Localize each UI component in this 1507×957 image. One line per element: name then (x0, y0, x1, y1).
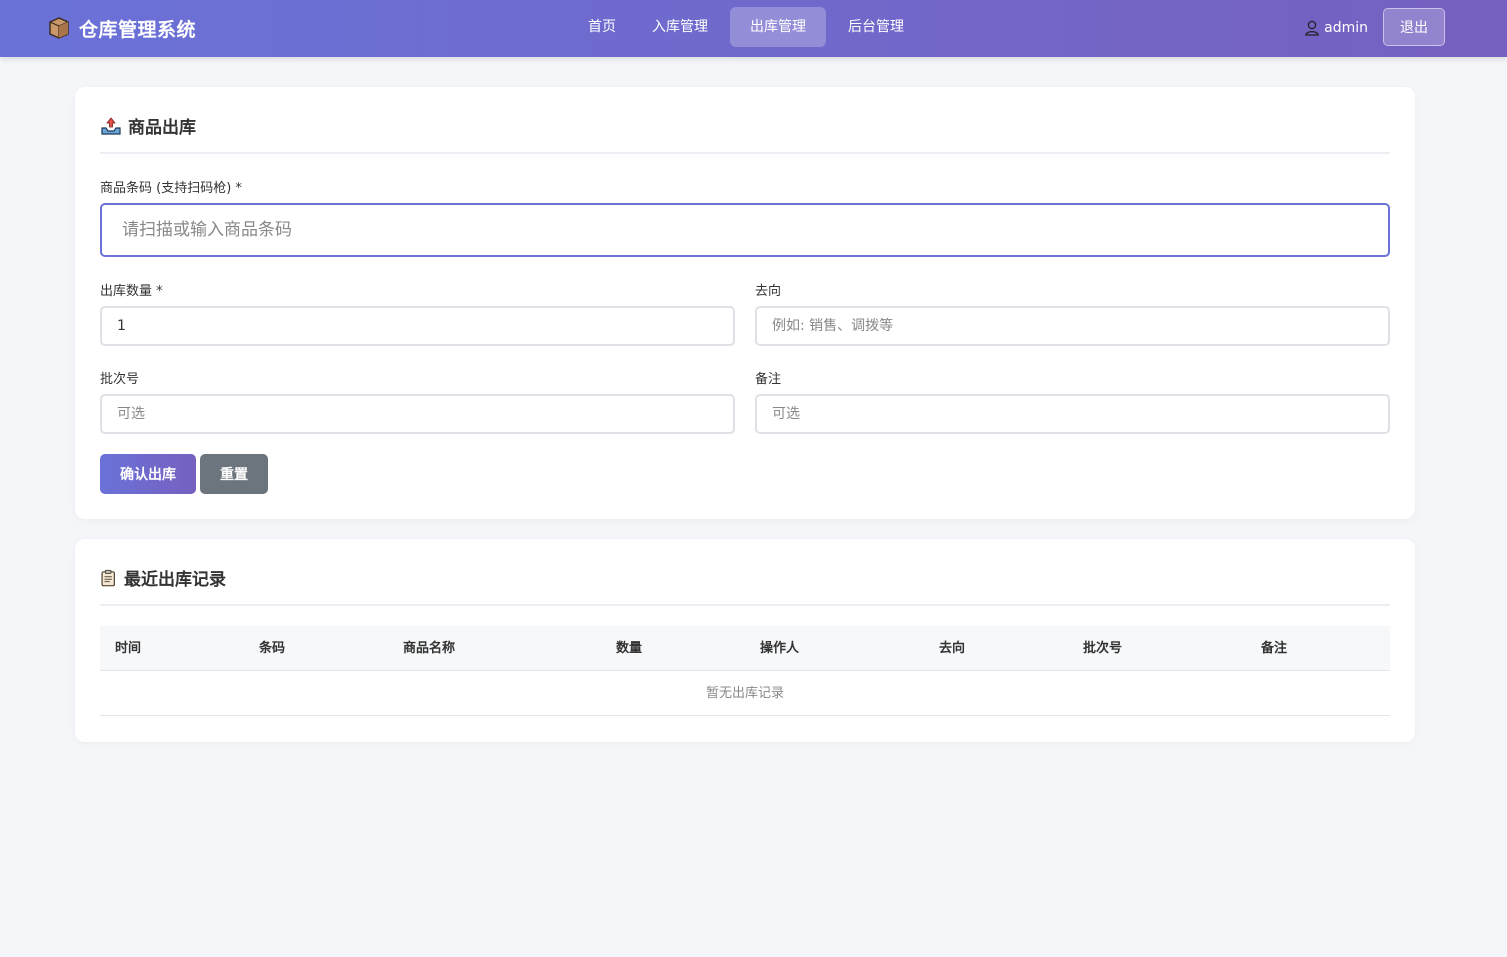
quantity-input[interactable] (100, 306, 735, 346)
empty-records-message: 暂无出库记录 (100, 671, 1390, 716)
records-card-header: 最近出库记录 (100, 539, 1390, 606)
barcode-input[interactable] (100, 203, 1390, 257)
nav-item-home[interactable]: 首页 (574, 7, 630, 47)
destination-label: 去向 (755, 284, 782, 299)
column-header-remark[interactable]: 备注 (1261, 626, 1287, 671)
reset-button[interactable]: 重置 (200, 454, 268, 494)
nav-item-inbound[interactable]: 入库管理 (638, 7, 722, 47)
package-box-icon (49, 17, 69, 39)
column-header-quantity[interactable]: 数量 (616, 626, 642, 671)
outbound-card-title: 商品出库 (128, 118, 196, 138)
column-header-barcode[interactable]: 条码 (259, 626, 285, 671)
destination-input[interactable] (755, 306, 1390, 346)
column-header-destination[interactable]: 去向 (939, 626, 965, 671)
outbox-tray-icon (101, 116, 121, 135)
app-title: 仓库管理系统 (79, 18, 197, 41)
quantity-label: 出库数量 * (100, 284, 163, 299)
column-header-operator[interactable]: 操作人 (760, 626, 799, 671)
remark-label: 备注 (755, 372, 782, 387)
confirm-outbound-button[interactable]: 确认出库 (100, 454, 196, 494)
username: admin (1324, 20, 1368, 36)
nav-item-admin[interactable]: 后台管理 (834, 7, 918, 47)
recent-records-card: 最近出库记录 时间 条码 商品名称 数量 操作人 去向 批次号 备注 暂无出库记… (75, 539, 1415, 742)
batch-label: 批次号 (100, 372, 140, 387)
records-table-header: 时间 条码 商品名称 数量 操作人 去向 批次号 备注 (100, 626, 1390, 671)
top-navbar: 仓库管理系统 首页 入库管理 出库管理 后台管理 admin 退出 (0, 0, 1507, 57)
outbound-card-header: 商品出库 (100, 87, 1390, 154)
column-header-batch[interactable]: 批次号 (1083, 626, 1122, 671)
column-header-product-name[interactable]: 商品名称 (403, 626, 455, 671)
user-info: admin (1305, 18, 1368, 38)
brand[interactable]: 仓库管理系统 (47, 14, 196, 42)
records-card-title: 最近出库记录 (124, 570, 226, 590)
logout-button[interactable]: 退出 (1383, 8, 1445, 46)
remark-input[interactable] (755, 394, 1390, 434)
nav-menu: 首页 入库管理 出库管理 后台管理 (574, 7, 926, 47)
nav-item-outbound[interactable]: 出库管理 (730, 7, 826, 47)
outbound-form-card: 商品出库 商品条码 (支持扫码枪) * 出库数量 * 去向 批次号 备注 确认出… (75, 87, 1415, 519)
clipboard-icon (101, 569, 115, 586)
batch-input[interactable] (100, 394, 735, 434)
user-icon (1305, 20, 1319, 36)
column-header-time[interactable]: 时间 (115, 626, 141, 671)
barcode-label: 商品条码 (支持扫码枪) * (100, 181, 242, 196)
